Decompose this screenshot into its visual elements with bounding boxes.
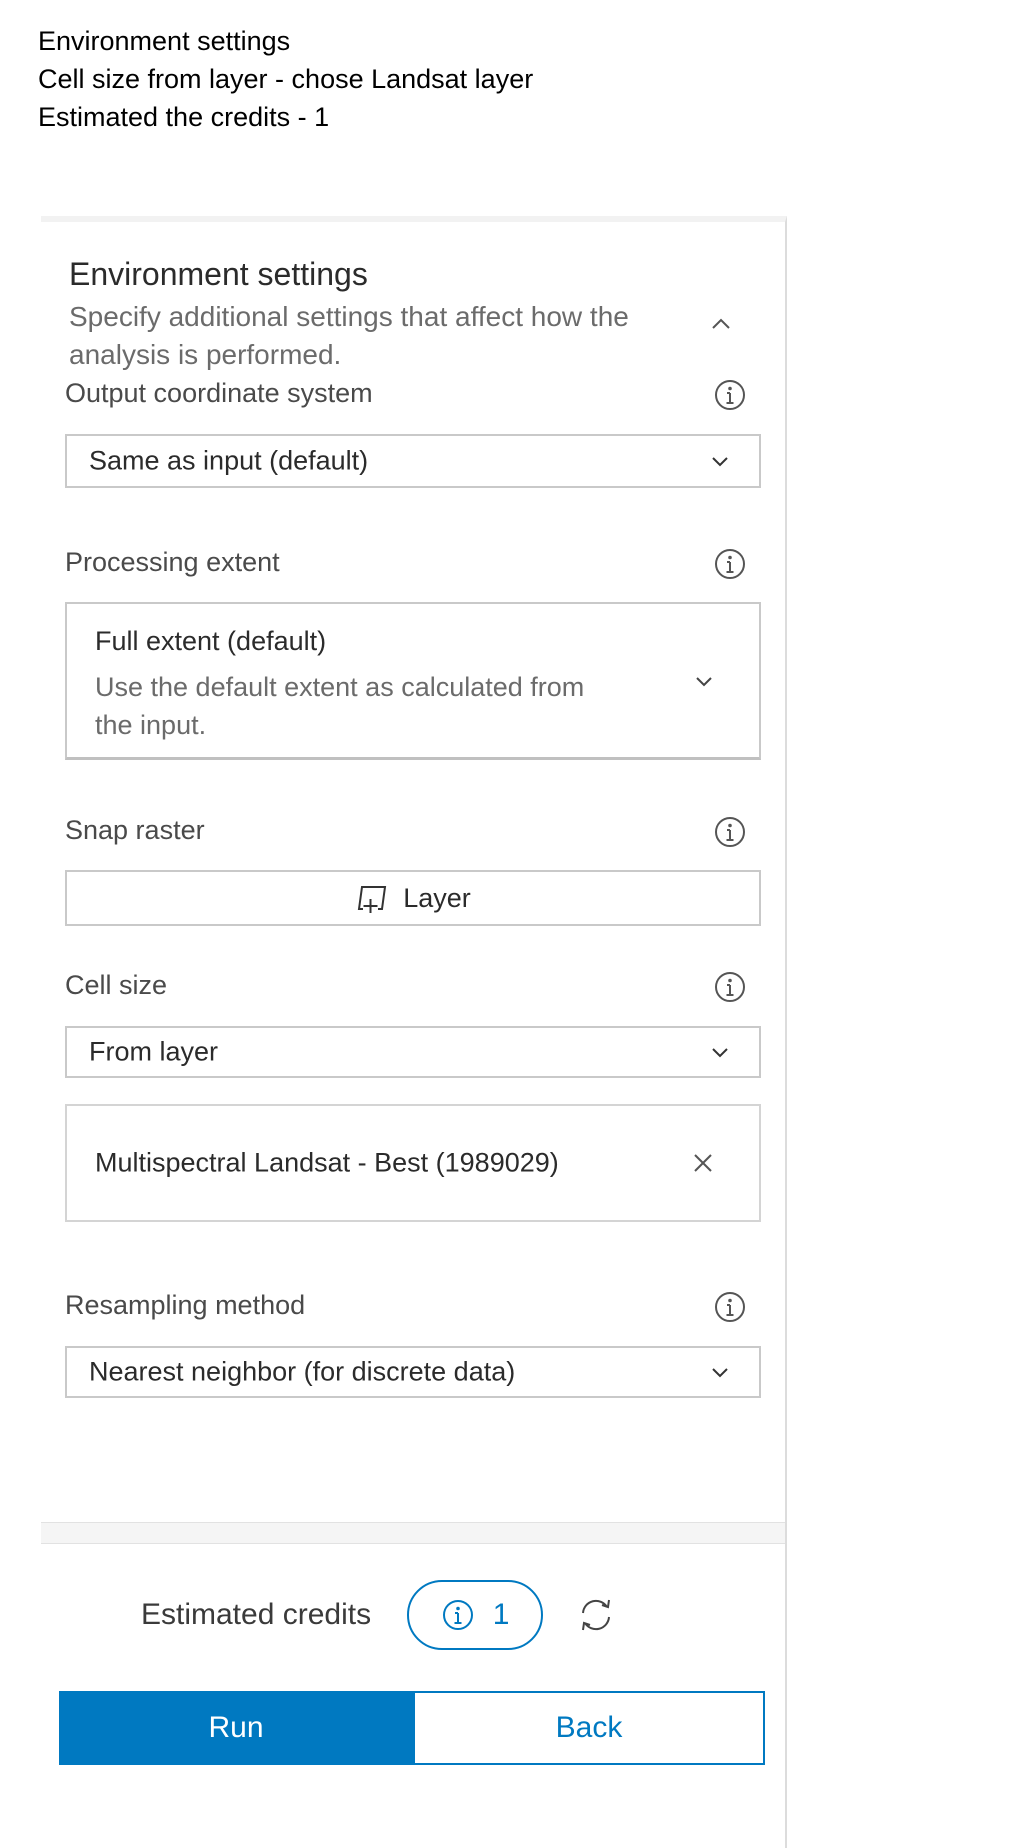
run-button[interactable]: Run (59, 1691, 413, 1765)
snap-raster-label: Snap raster (65, 815, 205, 845)
cell-size-select[interactable]: From layer (65, 1026, 761, 1078)
caption-line: Environment settings (38, 26, 291, 56)
select-value: From layer (89, 1036, 219, 1067)
layer-button-label: Layer (403, 882, 471, 913)
resampling-method-select[interactable]: Nearest neighbor (for discrete data) (65, 1346, 761, 1398)
estimated-credits-badge[interactable]: 1 (407, 1580, 544, 1650)
select-value: Same as input (default) (89, 445, 369, 476)
estimated-credits-label: Estimated credits (141, 1598, 372, 1631)
screenshot-caption: Environment settings Cell size from laye… (38, 22, 938, 136)
environment-settings-panel: Environment settings Specify additional … (41, 216, 787, 1848)
add-layer-icon (358, 886, 387, 913)
caption-line: Cell size from layer - chose Landsat lay… (38, 64, 534, 94)
section-description: Specify additional settings that affect … (69, 301, 629, 370)
refresh-icon[interactable] (575, 1594, 617, 1636)
select-value: Nearest neighbor (for discrete data) (89, 1356, 516, 1387)
processing-extent-select[interactable]: Full extent (default) Use the default ex… (65, 602, 761, 760)
chevron-down-icon (712, 1048, 728, 1058)
chevron-down-icon (712, 457, 728, 467)
footer-divider (41, 1522, 785, 1544)
extent-description: Use the default extent as calculated fro… (95, 672, 585, 740)
chevron-up-icon[interactable] (703, 306, 739, 342)
info-icon (442, 1600, 473, 1630)
output-coordinate-system-label: Output coordinate system (65, 378, 373, 408)
info-icon[interactable] (713, 815, 747, 849)
info-icon[interactable] (713, 1290, 747, 1324)
snap-raster-layer-button[interactable]: Layer (65, 870, 761, 926)
section-title: Environment settings (69, 256, 368, 292)
info-icon[interactable] (713, 547, 747, 581)
back-button[interactable]: Back (413, 1691, 765, 1765)
estimated-credits-value: 1 (492, 1598, 510, 1631)
chosen-layer-name: Multispectral Landsat - Best (1989029) (95, 1147, 559, 1178)
caption-line: Estimated the credits - 1 (38, 102, 330, 132)
output-coordinate-system-select[interactable]: Same as input (default) (65, 434, 761, 488)
section-header[interactable]: Environment settings Specify additional … (69, 254, 759, 374)
extent-title: Full extent (default) (95, 626, 327, 656)
resampling-method-label: Resampling method (65, 1290, 306, 1320)
estimated-credits-row: Estimated credits 1 (141, 1578, 617, 1652)
chevron-down-icon (696, 676, 712, 686)
cell-size-label: Cell size (65, 970, 168, 1000)
info-icon[interactable] (713, 970, 747, 1004)
processing-extent-label: Processing extent (65, 547, 280, 577)
chevron-down-icon (712, 1368, 728, 1378)
info-icon[interactable] (713, 378, 747, 412)
close-icon[interactable] (691, 1151, 715, 1175)
chosen-cell-size-layer: Multispectral Landsat - Best (1989029) (65, 1104, 761, 1222)
